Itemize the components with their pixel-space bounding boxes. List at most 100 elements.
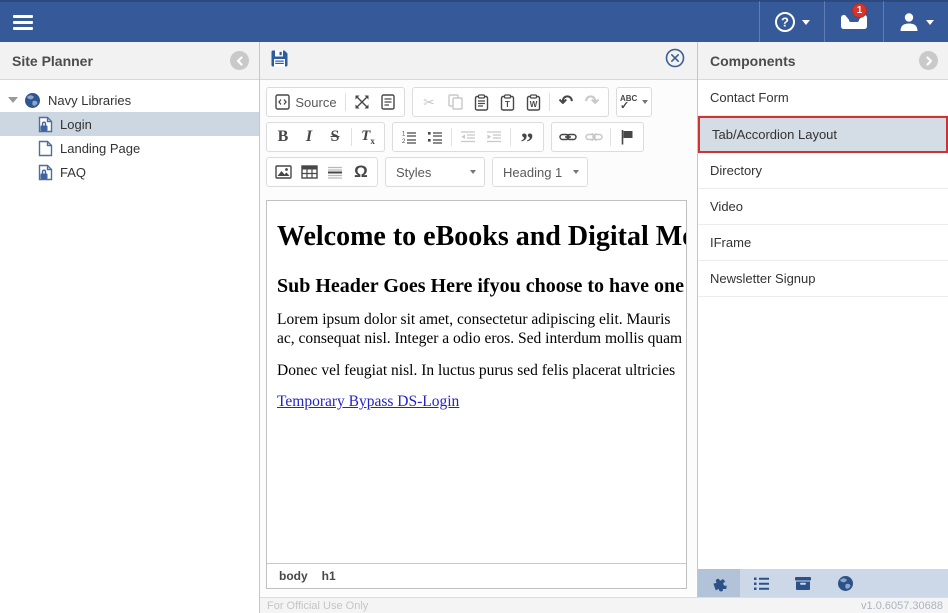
strikethrough-button[interactable]: S (322, 124, 348, 150)
element-path-bar: body h1 (267, 563, 686, 588)
paragraph-line: Lorem ipsum dolor sit amet, consectetur … (277, 310, 686, 329)
user-menu-button[interactable] (883, 1, 948, 43)
undo-button[interactable]: ↶ (553, 89, 579, 115)
bold-icon: B (278, 128, 289, 146)
tree-node-page-landing-page[interactable]: Landing Page (0, 136, 259, 160)
collapse-panel-button[interactable] (230, 51, 249, 70)
document-paragraph-2[interactable]: Donec vel feugiat nisl. In luctus purus … (277, 361, 686, 380)
hamburger-icon (13, 12, 33, 33)
tree-node-page-faq[interactable]: FAQ (0, 160, 259, 184)
paragraph-line: ac, consequat nisl. Integer a odio eros.… (277, 329, 686, 348)
save-icon (270, 49, 289, 68)
paste-icon (474, 94, 489, 111)
insert-image-button[interactable] (270, 159, 296, 185)
tree-node-page-login[interactable]: Login (0, 112, 259, 136)
globe-icon (24, 92, 41, 109)
maximize-button[interactable] (349, 89, 375, 115)
archive-box-icon (794, 576, 812, 591)
italic-button[interactable]: I (296, 124, 322, 150)
notification-badge: 1 (852, 3, 867, 18)
tree-node-site-root[interactable]: Navy Libraries (0, 88, 259, 112)
spellcheck-button[interactable]: ABC ✓ (620, 89, 648, 115)
paste-as-text-button[interactable]: T (494, 89, 520, 115)
italic-icon: I (306, 128, 312, 146)
document-paragraph-1[interactable]: Lorem ipsum dolor sit amet, consectetur … (277, 310, 686, 349)
blockquote-button[interactable]: ” (514, 124, 540, 150)
chevron-right-icon (924, 56, 934, 66)
numbered-list-button[interactable]: 1 2 (396, 124, 422, 150)
site-planner-panel: Site Planner Navy Libraries (0, 42, 260, 613)
unlink-button[interactable] (581, 124, 607, 150)
link-icon (559, 131, 577, 143)
tab-site[interactable] (824, 569, 866, 597)
blockquote-icon: ” (521, 138, 534, 148)
document-icon (381, 94, 395, 110)
chevron-down-icon (470, 170, 476, 174)
bulleted-list-button[interactable] (422, 124, 448, 150)
panel-tab-bar (698, 568, 948, 597)
component-item-video[interactable]: Video (698, 189, 948, 225)
increase-indent-button[interactable] (481, 124, 507, 150)
tree-node-label: FAQ (60, 165, 86, 180)
copy-icon (448, 94, 463, 110)
page-icon (38, 140, 53, 157)
svg-text:1: 1 (402, 132, 406, 138)
copy-button[interactable] (442, 89, 468, 115)
insert-table-button[interactable] (296, 159, 322, 185)
element-path-body[interactable]: body (279, 569, 308, 583)
expand-collapse-icon[interactable] (8, 97, 18, 103)
paragraph-format-dropdown[interactable]: Heading 1 (492, 157, 588, 187)
source-button[interactable]: Source (270, 89, 342, 115)
paste-from-word-button[interactable]: W (520, 89, 546, 115)
outdent-icon (460, 130, 476, 144)
component-item-newsletter-signup[interactable]: Newsletter Signup (698, 261, 948, 297)
notifications-button[interactable]: 1 (824, 1, 883, 43)
help-menu-button[interactable]: ? (759, 1, 824, 43)
special-character-button[interactable]: Ω (348, 159, 374, 185)
insert-link-button[interactable] (555, 124, 581, 150)
expand-panel-button[interactable] (919, 51, 938, 70)
cut-button[interactable]: ✂ (416, 89, 442, 115)
styles-dropdown[interactable]: Styles (385, 157, 485, 187)
remove-format-button[interactable]: Tx (355, 124, 381, 150)
table-icon (301, 165, 318, 179)
show-blocks-button[interactable] (375, 89, 401, 115)
close-icon (665, 48, 685, 68)
page-editor-panel: Source (260, 42, 698, 597)
component-item-directory[interactable]: Directory (698, 153, 948, 189)
paste-button[interactable] (468, 89, 494, 115)
element-path-h1[interactable]: h1 (322, 569, 336, 583)
editor-document-frame: Welcome to eBooks and Digital Media Sub … (266, 200, 687, 589)
close-editor-button[interactable] (665, 48, 685, 73)
save-button[interactable] (270, 49, 289, 73)
top-navigation-bar: ? 1 (0, 0, 948, 42)
image-icon (275, 165, 292, 179)
remove-format-icon: Tx (361, 128, 375, 146)
tab-list[interactable] (740, 569, 782, 597)
document-subheading[interactable]: Sub Header Goes Here ifyou choose to hav… (277, 275, 686, 298)
unlink-icon (585, 131, 603, 143)
component-item-tab-accordion-layout[interactable]: Tab/Accordion Layout (698, 116, 948, 153)
strikethrough-icon: S (331, 128, 340, 146)
horizontal-rule-button[interactable] (322, 159, 348, 185)
anchor-button[interactable] (614, 124, 640, 150)
styles-dropdown-value: Styles (396, 165, 431, 180)
menu-button[interactable] (0, 1, 46, 43)
bulleted-list-icon (427, 130, 443, 144)
document-link[interactable]: Temporary Bypass DS-Login (277, 393, 459, 410)
decrease-indent-button[interactable] (455, 124, 481, 150)
tab-archive[interactable] (782, 569, 824, 597)
tab-components[interactable] (698, 569, 740, 597)
bold-button[interactable]: B (270, 124, 296, 150)
editor-content-area[interactable]: Welcome to eBooks and Digital Media Sub … (267, 201, 686, 563)
globe-icon (837, 575, 854, 592)
source-icon (275, 94, 290, 110)
spellcheck-icon: ABC ✓ (620, 95, 648, 110)
component-item-contact-form[interactable]: Contact Form (698, 80, 948, 116)
document-heading[interactable]: Welcome to eBooks and Digital Media (277, 221, 686, 253)
component-item-iframe[interactable]: IFrame (698, 225, 948, 261)
indent-icon (486, 130, 502, 144)
numbered-list-icon: 1 2 (401, 130, 417, 144)
redo-button[interactable]: ↷ (579, 89, 605, 115)
version-label: v1.0.6057.30688 (861, 600, 943, 612)
